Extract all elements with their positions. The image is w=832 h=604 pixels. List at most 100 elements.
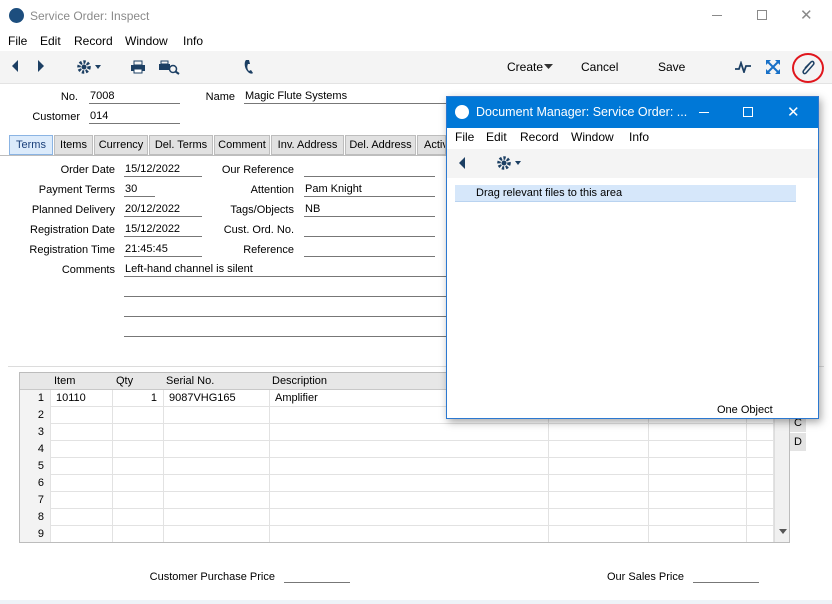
expand-icon[interactable] bbox=[765, 59, 781, 75]
dm-menu-record[interactable]: Record bbox=[520, 130, 559, 144]
phone-icon[interactable] bbox=[243, 59, 255, 75]
dm-maximize-icon[interactable] bbox=[743, 107, 753, 117]
cell-empty[interactable] bbox=[748, 458, 774, 475]
cell-item[interactable] bbox=[52, 475, 113, 492]
registration-date-field[interactable]: 15/12/2022 bbox=[124, 223, 202, 237]
table-row[interactable]: 6 bbox=[20, 475, 774, 492]
create-button[interactable]: Create bbox=[507, 60, 543, 74]
cell-serial[interactable] bbox=[165, 509, 270, 526]
save-button[interactable]: Save bbox=[658, 60, 685, 74]
no-field[interactable]: 7008 bbox=[89, 90, 180, 104]
customer-field[interactable]: 014 bbox=[89, 110, 180, 124]
cell-qty[interactable] bbox=[114, 441, 164, 458]
scroll-down-icon[interactable] bbox=[779, 529, 787, 535]
print-icon[interactable] bbox=[130, 60, 146, 74]
cell-serial[interactable] bbox=[165, 492, 270, 509]
menu-edit[interactable]: Edit bbox=[40, 34, 61, 48]
payment-terms-field[interactable]: 30 bbox=[124, 183, 155, 197]
cell-qty[interactable] bbox=[114, 526, 164, 542]
cell-desc[interactable] bbox=[271, 475, 549, 492]
comments-line-3[interactable] bbox=[124, 303, 446, 317]
dm-minimize-icon[interactable] bbox=[699, 112, 709, 113]
cell-qty[interactable] bbox=[114, 492, 164, 509]
cell-empty[interactable] bbox=[550, 526, 649, 542]
dm-close-icon[interactable]: ✕ bbox=[787, 103, 800, 121]
back-arrow-icon[interactable] bbox=[10, 59, 20, 73]
our-sales-price-field[interactable] bbox=[693, 569, 759, 583]
order-date-field[interactable]: 15/12/2022 bbox=[124, 163, 202, 177]
tab-comment[interactable]: Comment bbox=[214, 135, 270, 155]
cell-desc[interactable] bbox=[271, 492, 549, 509]
attention-field[interactable]: Pam Knight bbox=[304, 183, 435, 197]
cell-empty[interactable] bbox=[650, 458, 747, 475]
cell-item[interactable] bbox=[52, 407, 113, 424]
cell-qty[interactable] bbox=[114, 424, 164, 441]
cell-serial[interactable] bbox=[165, 458, 270, 475]
cell-empty[interactable] bbox=[748, 509, 774, 526]
cell-qty[interactable] bbox=[114, 509, 164, 526]
dm-menu-window[interactable]: Window bbox=[571, 130, 614, 144]
cell-empty[interactable] bbox=[550, 441, 649, 458]
cell-empty[interactable] bbox=[650, 441, 747, 458]
cell-desc[interactable] bbox=[271, 458, 549, 475]
print-preview-icon[interactable] bbox=[158, 60, 180, 75]
tab-items[interactable]: Items bbox=[54, 135, 93, 155]
forward-arrow-icon[interactable] bbox=[36, 59, 46, 73]
cell-serial[interactable]: 9087VHG165 bbox=[165, 390, 270, 407]
close-icon[interactable]: ✕ bbox=[800, 6, 813, 24]
menu-record[interactable]: Record bbox=[74, 34, 113, 48]
tags-objects-field[interactable]: NB bbox=[304, 203, 435, 217]
dm-menu-info[interactable]: Info bbox=[629, 130, 649, 144]
tab-inv-address[interactable]: Inv. Address bbox=[271, 135, 344, 155]
cell-item[interactable] bbox=[52, 526, 113, 542]
cell-qty[interactable] bbox=[114, 407, 164, 424]
cell-item[interactable] bbox=[52, 492, 113, 509]
tab-terms[interactable]: Terms bbox=[9, 135, 53, 155]
side-letter-d[interactable]: D bbox=[790, 433, 806, 451]
dm-drop-area[interactable]: Drag relevant files to this area bbox=[455, 185, 796, 202]
cell-desc[interactable] bbox=[271, 526, 549, 542]
cell-serial[interactable] bbox=[165, 441, 270, 458]
cell-empty[interactable] bbox=[748, 441, 774, 458]
tab-del-address[interactable]: Del. Address bbox=[345, 135, 416, 155]
cell-empty[interactable] bbox=[650, 492, 747, 509]
planned-delivery-field[interactable]: 20/12/2022 bbox=[124, 203, 202, 217]
cell-desc[interactable] bbox=[271, 509, 549, 526]
menu-info[interactable]: Info bbox=[183, 34, 203, 48]
cell-item[interactable] bbox=[52, 458, 113, 475]
activity-icon[interactable] bbox=[735, 61, 751, 73]
cell-empty[interactable] bbox=[550, 492, 649, 509]
tab-del-terms[interactable]: Del. Terms bbox=[149, 135, 213, 155]
cancel-button[interactable]: Cancel bbox=[581, 60, 618, 74]
cell-qty[interactable] bbox=[114, 458, 164, 475]
cell-qty[interactable] bbox=[114, 475, 164, 492]
cell-empty[interactable] bbox=[748, 424, 774, 441]
comments-line-2[interactable] bbox=[124, 283, 446, 297]
cell-serial[interactable] bbox=[165, 424, 270, 441]
maximize-icon[interactable] bbox=[757, 10, 767, 20]
cell-serial[interactable] bbox=[165, 526, 270, 542]
cell-item[interactable] bbox=[52, 441, 113, 458]
cell-empty[interactable] bbox=[650, 424, 747, 441]
cell-empty[interactable] bbox=[550, 458, 649, 475]
customer-purchase-price-field[interactable] bbox=[284, 569, 350, 583]
dm-menu-file[interactable]: File bbox=[455, 130, 474, 144]
comments-line-4[interactable] bbox=[124, 323, 446, 337]
paperclip-icon[interactable] bbox=[799, 58, 817, 78]
menu-file[interactable]: File bbox=[8, 34, 27, 48]
reference-field[interactable] bbox=[304, 243, 435, 257]
minimize-icon[interactable] bbox=[712, 15, 722, 16]
cell-serial[interactable] bbox=[165, 475, 270, 492]
cell-item[interactable] bbox=[52, 509, 113, 526]
table-row[interactable]: 3 bbox=[20, 424, 774, 441]
cell-item[interactable] bbox=[52, 424, 113, 441]
cell-desc[interactable] bbox=[271, 441, 549, 458]
table-row[interactable]: 8 bbox=[20, 509, 774, 526]
dm-gear-icon[interactable] bbox=[495, 154, 525, 172]
gear-icon[interactable] bbox=[75, 58, 105, 76]
cell-empty[interactable] bbox=[550, 475, 649, 492]
menu-window[interactable]: Window bbox=[125, 34, 168, 48]
create-dropdown-icon[interactable] bbox=[544, 64, 553, 70]
cell-empty[interactable] bbox=[650, 509, 747, 526]
cell-empty[interactable] bbox=[550, 424, 649, 441]
